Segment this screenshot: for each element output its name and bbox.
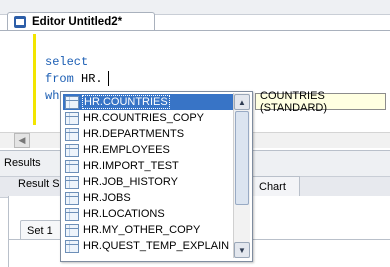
text-caret [108,71,109,86]
table-icon [65,207,79,221]
code-line-1: select [45,55,89,69]
table-icon [65,239,79,253]
current-line-gutter-marker [33,34,36,125]
code-line-2: from HR. [45,72,103,86]
tab-chart[interactable]: Chart [252,176,300,196]
table-icon [65,191,79,205]
chevron-down-icon[interactable]: ▼ [234,242,250,258]
code-keyword-from: from [45,72,74,86]
chevron-up-icon[interactable]: ▲ [234,94,250,110]
table-icon [65,127,79,141]
autocomplete-item[interactable]: HR.COUNTRIES_COPY [63,110,235,126]
autocomplete-item-label: HR.LOCATIONS [83,208,165,220]
autocomplete-popup: HR.COUNTRIES HR.COUNTRIES_COPY HR.DEPART… [60,91,253,262]
autocomplete-item[interactable]: HR.QUEST_TEMP_EXPLAIN [63,238,235,254]
autocomplete-item[interactable]: HR.LOCATIONS [63,206,235,222]
autocomplete-item[interactable]: HR.IMPORT_TEST [63,158,235,174]
table-icon [65,95,79,109]
autocomplete-item-label: HR.MY_OTHER_COPY [83,224,201,236]
table-icon [65,223,79,237]
autocomplete-item-label: HR.DEPARTMENTS [83,128,185,140]
autocomplete-item[interactable]: HR.JOBS [63,190,235,206]
autocomplete-item[interactable]: HR.MY_OTHER_COPY [63,222,235,238]
autocomplete-item-label: HR.COUNTRIES_COPY [83,112,205,124]
code-text-schema: HR. [73,72,103,86]
set-tab-label: Set 1 [27,224,53,237]
tab-result-set[interactable]: Result S [18,178,60,190]
autocomplete-item-label: HR.JOBS [83,192,131,204]
autocomplete-item-label: HR.IMPORT_TEST [83,160,179,172]
autocomplete-item-label: HR.COUNTRIES [82,95,170,109]
autocomplete-item-label: HR.QUEST_TEMP_EXPLAIN [83,240,230,252]
autocomplete-item[interactable]: HR.COUNTRIES [63,94,235,110]
table-icon [65,111,79,125]
autocomplete-item[interactable]: HR.DEPARTMENTS [63,126,235,142]
editor-tab[interactable]: Editor Untitled2* [7,12,155,31]
code-line-3: wh [45,89,60,103]
table-icon [65,159,79,173]
scroll-left-icon[interactable]: ◀ [14,133,30,148]
results-panel-title: Results [4,157,41,169]
table-icon [65,143,79,157]
object-tooltip: COUNTRIES (STANDARD) [255,90,386,114]
editor-document-icon [14,16,26,28]
autocomplete-scroll-thumb[interactable] [235,111,249,205]
result-set-border [8,196,9,267]
autocomplete-item-label: HR.EMPLOYEES [83,144,170,156]
autocomplete-item[interactable]: HR.EMPLOYEES [63,142,235,158]
autocomplete-item[interactable]: HR.JOB_HISTORY [63,174,235,190]
autocomplete-item-label: HR.JOB_HISTORY [83,176,178,188]
table-icon [65,175,79,189]
chart-tab-label: Chart [259,180,286,193]
editor-tab-title: Editor Untitled2* [32,16,123,28]
